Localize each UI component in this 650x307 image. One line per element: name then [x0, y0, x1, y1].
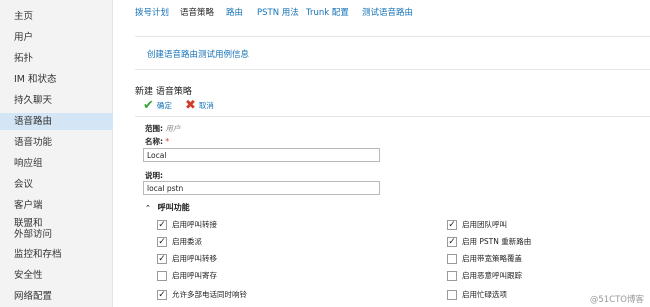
sidebar-item-response-groups[interactable]: 响应组 — [0, 157, 113, 170]
sidebar-item-im-presence[interactable]: IM 和状态 — [0, 73, 113, 86]
description-label: 说明: — [145, 171, 163, 180]
checkbox-label: 启用团队呼叫 — [462, 220, 507, 229]
sidebar-item-clients[interactable]: 客户端 — [0, 199, 113, 212]
description-label-row: 说明: — [145, 170, 163, 181]
divider — [135, 116, 650, 117]
checkbox-box[interactable]: ✓ — [157, 219, 167, 230]
sidebar-item-users[interactable]: 用户 — [0, 31, 113, 44]
tab-route[interactable]: 路由 — [226, 6, 243, 18]
sidebar-item-home[interactable]: 主页 — [0, 10, 113, 23]
tab-voice-policy[interactable]: 语音策略 — [180, 6, 214, 18]
checkbox-label: 启用委派 — [172, 237, 202, 246]
tab-dial-plan[interactable]: 拨号计划 — [135, 6, 169, 18]
info-panel: 创建语音路由测试用例信息 — [135, 36, 650, 70]
cancel-button-label: 取消 — [198, 101, 214, 110]
name-label: 名称: — [145, 137, 163, 146]
checkbox-enable-malicious-call-tracing[interactable]: 启用恶意呼叫跟踪 — [447, 270, 522, 281]
tab-pstn-usage[interactable]: PSTN 用法 — [257, 6, 299, 18]
sidebar-item-voice-routing[interactable]: 语音路由 — [0, 113, 113, 130]
checkbox-box[interactable]: ✓ — [157, 236, 167, 247]
watermark: @51CTO博客 — [589, 295, 644, 305]
checkbox-enable-team-call[interactable]: ✓ 启用团队呼叫 — [447, 219, 507, 230]
ok-button[interactable]: ✔ 确定 — [143, 99, 172, 112]
tab-test-voice-routing[interactable]: 测试语音路由 — [362, 6, 413, 18]
ok-button-label: 确定 — [156, 101, 172, 110]
checkbox-enable-delegation[interactable]: ✓ 启用委派 — [157, 236, 202, 247]
sidebar-item-monitoring-archiving[interactable]: 监控和存档 — [0, 248, 113, 261]
checkbox-label: 启用呼叫转接 — [172, 220, 217, 229]
checkbox-label: 允许多部电话同时响铃 — [172, 290, 247, 299]
tab-trunk-configuration[interactable]: Trunk 配置 — [306, 6, 349, 18]
name-label-row: 名称: * — [145, 136, 169, 147]
checkbox-label: 启用带宽策略覆盖 — [462, 254, 522, 263]
sidebar-item-persistent-chat[interactable]: 持久聊天 — [0, 94, 113, 107]
sidebar-item-federation[interactable]: 联盟和 外部访问 — [0, 218, 113, 240]
checkbox-label: 启用忙碌选项 — [462, 290, 507, 299]
sidebar-item-network-configuration[interactable]: 网络配置 — [0, 290, 113, 303]
checkbox-box[interactable]: ✓ — [447, 219, 457, 230]
checkmark-icon: ✔ — [143, 98, 154, 113]
checkbox-box[interactable]: ✓ — [157, 289, 167, 300]
checkbox-box[interactable]: ✓ — [157, 253, 167, 264]
sidebar-item-topology[interactable]: 拓扑 — [0, 52, 113, 65]
checkbox-label: 启用呼叫转移 — [172, 254, 217, 263]
checkbox-simultaneous-ring[interactable]: ✓ 允许多部电话同时响铃 — [157, 289, 247, 300]
cancel-button[interactable]: ✖ 取消 — [185, 99, 214, 112]
scope-row: 范围: 用户 — [145, 123, 180, 134]
checkbox-enable-pstn-rerouting[interactable]: ✓ 启用 PSTN 重新路由 — [447, 236, 531, 247]
scope-value: 用户 — [165, 124, 181, 133]
required-marker: * — [165, 137, 170, 146]
checkbox-box[interactable] — [157, 270, 167, 281]
checkbox-enable-call-park[interactable]: 启用呼叫寄存 — [157, 270, 217, 281]
checkbox-label: 启用恶意呼叫跟踪 — [462, 271, 522, 280]
checkbox-enable-call-transfer[interactable]: ✓ 启用呼叫转接 — [157, 219, 217, 230]
checkbox-label: 启用呼叫寄存 — [172, 271, 217, 280]
call-features-section-header[interactable]: ⌃ 呼叫功能 — [145, 202, 190, 213]
call-features-title: 呼叫功能 — [157, 203, 190, 212]
checkbox-box[interactable]: ✓ — [447, 236, 457, 247]
sidebar-item-security[interactable]: 安全性 — [0, 269, 113, 282]
chevron-up-icon: ⌃ — [145, 204, 151, 212]
checkbox-enable-call-forwarding[interactable]: ✓ 启用呼叫转移 — [157, 253, 217, 264]
checkbox-enable-busy-options[interactable]: 启用忙碌选项 — [447, 289, 507, 300]
name-field[interactable] — [143, 148, 380, 162]
scope-label: 范围: — [145, 124, 163, 133]
checkbox-box[interactable] — [447, 289, 457, 300]
form-title: 新建 语音策略 — [135, 87, 192, 97]
sidebar: 主页 用户 拓扑 IM 和状态 持久聊天 语音路由 语音功能 响应组 会议 客户… — [0, 0, 113, 307]
checkbox-label: 启用 PSTN 重新路由 — [462, 237, 532, 246]
description-field[interactable] — [143, 181, 380, 195]
checkbox-enable-bandwidth-policy-override[interactable]: 启用带宽策略覆盖 — [447, 253, 522, 264]
checkbox-box[interactable] — [447, 270, 457, 281]
close-icon: ✖ — [185, 98, 196, 113]
sidebar-item-conferencing[interactable]: 会议 — [0, 178, 113, 191]
checkbox-box[interactable] — [447, 253, 457, 264]
sidebar-item-voice-features[interactable]: 语音功能 — [0, 136, 113, 149]
create-test-case-link[interactable]: 创建语音路由测试用例信息 — [147, 48, 249, 60]
